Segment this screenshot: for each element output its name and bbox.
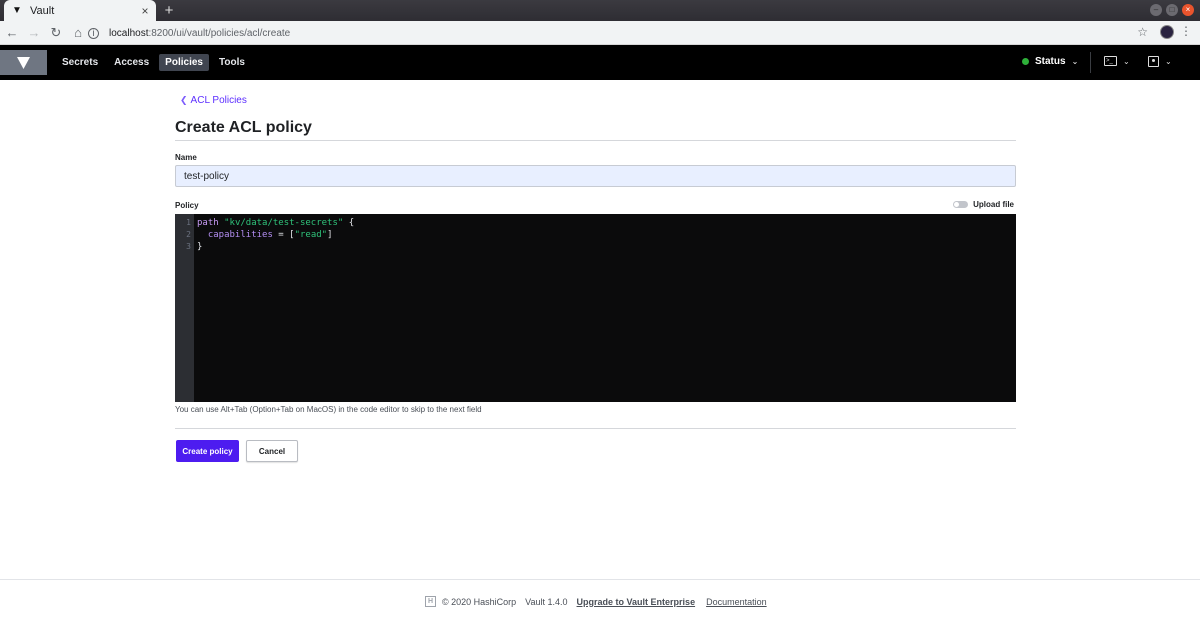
form-divider <box>175 428 1016 429</box>
editor-help-text: You can use Alt+Tab (Option+Tab on MacOS… <box>175 405 482 414</box>
profile-avatar[interactable] <box>1160 25 1174 39</box>
toggle-switch[interactable] <box>953 201 969 208</box>
vault-top-nav: Secrets Access Policies Tools Status ⌄ >… <box>0 45 1200 80</box>
nav-divider <box>1090 52 1091 73</box>
code-keyword: path <box>197 218 219 228</box>
code-string: "read" <box>294 230 328 240</box>
footer-copyright: © 2020 HashiCorp <box>442 596 517 607</box>
breadcrumb-acl-policies[interactable]: ACL Policies <box>191 95 247 106</box>
code-line-2: capabilities = ["read"] <box>197 229 354 241</box>
browser-tab[interactable]: ▼ Vault × <box>4 0 156 21</box>
chevron-down-icon: ⌄ <box>1165 57 1172 66</box>
terminal-icon: >_ <box>1104 56 1117 66</box>
url-bar[interactable]: i localhost:8200/ui/vault/policies/acl/c… <box>88 23 1156 43</box>
maximize-icon[interactable]: □ <box>1166 4 1178 16</box>
line-number: 2 <box>186 230 191 239</box>
user-icon <box>1148 56 1159 67</box>
console-toggle-button[interactable]: >_ ⌄ <box>1104 56 1130 66</box>
policy-label: Policy <box>175 201 199 210</box>
vault-favicon-icon: ▼ <box>12 4 22 16</box>
code-content[interactable]: path "kv/data/test-secrets" { capabiliti… <box>194 214 354 402</box>
breadcrumb[interactable]: ❮ ACL Policies <box>180 95 247 106</box>
vault-logo-shape <box>17 56 30 69</box>
window-controls: – □ × <box>1150 4 1194 16</box>
code-punctuation: = [ <box>272 230 295 240</box>
forward-arrow-icon[interactable]: → <box>24 23 44 43</box>
chevron-down-icon: ⌄ <box>1071 57 1079 66</box>
line-number: 1 <box>186 218 191 227</box>
nav-tools[interactable]: Tools <box>213 54 251 71</box>
site-info-icon[interactable]: i <box>88 27 99 39</box>
footer: H © 2020 HashiCorp Vault 1.4.0 Upgrade t… <box>425 596 778 607</box>
status-label: Status <box>1035 56 1066 67</box>
name-label: Name <box>175 153 197 162</box>
url-text: localhost:8200/ui/vault/policies/acl/cre… <box>109 28 290 39</box>
window-close-icon[interactable]: × <box>1182 4 1194 16</box>
bookmark-star-icon[interactable]: ☆ <box>1137 25 1148 39</box>
code-punctuation: { <box>343 218 355 228</box>
chevron-left-icon: ❮ <box>180 95 188 105</box>
minimize-icon[interactable]: – <box>1150 4 1162 16</box>
title-divider <box>175 140 1016 141</box>
cancel-button[interactable]: Cancel <box>246 440 298 462</box>
url-host: localhost <box>109 27 149 39</box>
footer-divider <box>0 579 1200 580</box>
home-icon[interactable]: ⌂ <box>68 23 88 43</box>
policy-name-input[interactable] <box>175 165 1016 187</box>
code-string: "kv/data/test-secrets" <box>224 218 344 228</box>
upgrade-enterprise-link[interactable]: Upgrade to Vault Enterprise <box>577 597 696 607</box>
tab-close-icon[interactable]: × <box>138 4 152 18</box>
page-title: Create ACL policy <box>175 119 312 136</box>
line-number: 3 <box>186 242 191 251</box>
create-policy-button[interactable]: Create policy <box>176 440 239 462</box>
url-path: :8200/ui/vault/policies/acl/create <box>148 27 291 39</box>
nav-secrets[interactable]: Secrets <box>56 54 104 71</box>
status-dot-icon <box>1022 58 1029 65</box>
reload-icon[interactable]: ↻ <box>46 23 66 43</box>
documentation-link[interactable]: Documentation <box>706 597 767 607</box>
back-arrow-icon[interactable]: ← <box>2 23 22 43</box>
line-number-gutter: 1 2 3 <box>175 214 194 402</box>
code-punctuation: } <box>197 242 203 252</box>
footer-version: Vault 1.4.0 <box>525 596 568 607</box>
upload-file-label: Upload file <box>973 200 1014 209</box>
upload-file-toggle[interactable]: Upload file <box>953 200 1014 209</box>
tab-title: Vault <box>30 4 55 17</box>
browser-toolbar: ← → ↻ ⌂ i localhost:8200/ui/vault/polici… <box>0 21 1200 45</box>
code-punctuation: ] <box>327 230 333 240</box>
hashicorp-logo-icon: H <box>425 596 436 607</box>
nav-policies[interactable]: Policies <box>159 54 209 71</box>
user-menu-button[interactable]: ⌄ <box>1148 56 1172 67</box>
nav-access[interactable]: Access <box>108 54 155 71</box>
code-line-3: } <box>197 241 354 253</box>
code-line-1: path "kv/data/test-secrets" { <box>197 217 354 229</box>
status-menu[interactable]: Status ⌄ <box>1022 56 1078 67</box>
vault-logo-icon[interactable] <box>0 50 47 75</box>
chevron-down-icon: ⌄ <box>1123 56 1130 66</box>
browser-tabbar: ▼ Vault × + – □ × <box>0 0 1200 21</box>
browser-menu-icon[interactable]: ⋮ <box>1180 24 1192 38</box>
main-nav: Secrets Access Policies Tools <box>56 54 251 71</box>
code-attribute: capabilities <box>207 230 273 240</box>
new-tab-button[interactable]: + <box>160 2 178 19</box>
policy-code-editor[interactable]: 1 2 3 path "kv/data/test-secrets" { capa… <box>175 214 1016 402</box>
